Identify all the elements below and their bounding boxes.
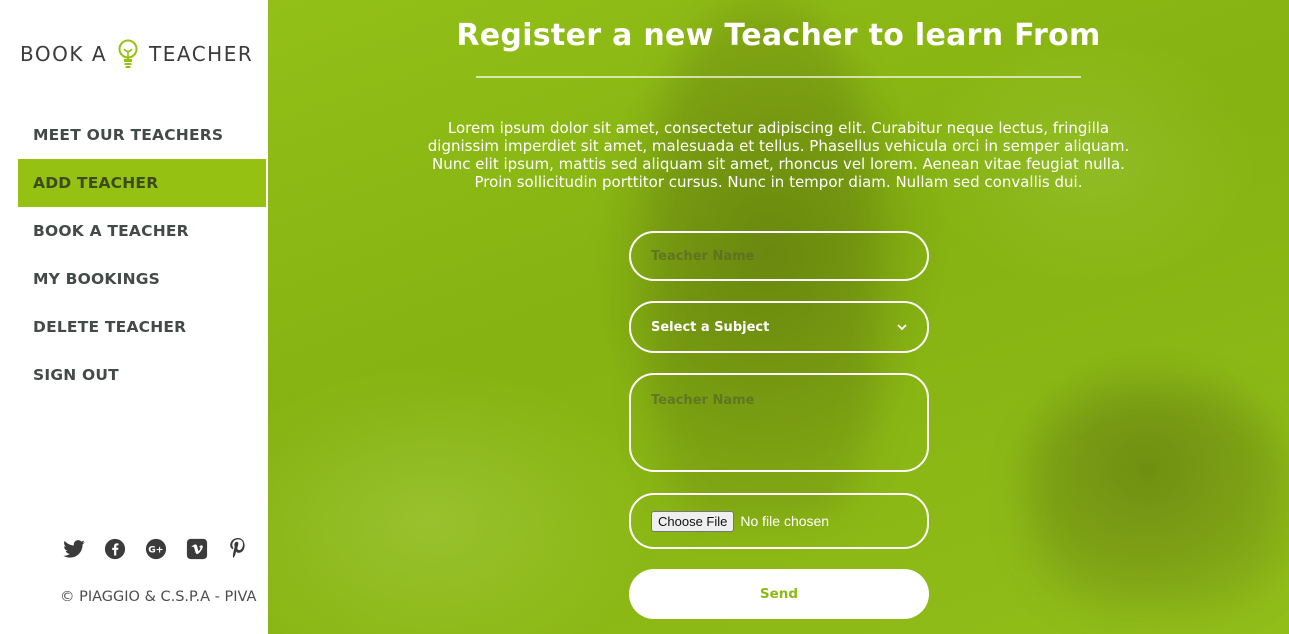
twitter-icon[interactable] xyxy=(63,538,85,560)
svg-text:G+: G+ xyxy=(148,545,163,556)
google-plus-icon[interactable]: G+ xyxy=(145,538,167,560)
brand-logo[interactable]: BOOK A TEACHER xyxy=(20,38,253,70)
nav-item-meet-our-teachers[interactable]: MEET OUR TEACHERS xyxy=(18,111,266,159)
subject-select[interactable]: Select a Subject xyxy=(629,301,929,353)
title-divider xyxy=(476,76,1081,78)
pinterest-icon[interactable] xyxy=(227,538,249,560)
chevron-down-icon xyxy=(897,324,907,331)
page-title: Register a new Teacher to learn From xyxy=(456,18,1101,53)
nav-item-sign-out[interactable]: SIGN OUT xyxy=(18,351,266,399)
background-hand xyxy=(1028,390,1288,610)
brand-text-left: BOOK A xyxy=(20,42,108,66)
intro-paragraph: Lorem ipsum dolor sit amet, consectetur … xyxy=(427,119,1130,191)
page: BOOK A TEACHER MEET OUR TEACHERS ADD TEA… xyxy=(0,0,1289,634)
teacher-description-textarea[interactable] xyxy=(629,373,929,472)
facebook-icon[interactable] xyxy=(104,538,126,560)
sidebar: BOOK A TEACHER MEET OUR TEACHERS ADD TEA… xyxy=(0,0,268,634)
nav-item-add-teacher[interactable]: ADD TEACHER xyxy=(18,159,266,207)
subject-select-value: Select a Subject xyxy=(651,319,770,335)
copyright-text: © PIAGGIO & C.S.P.A - PIVA xyxy=(60,589,257,605)
main-content: Register a new Teacher to learn From Lor… xyxy=(268,0,1289,634)
nav-item-my-bookings[interactable]: MY BOOKINGS xyxy=(18,255,266,303)
nav-item-book-a-teacher[interactable]: BOOK A TEACHER xyxy=(18,207,266,255)
sidebar-nav: MEET OUR TEACHERS ADD TEACHER BOOK A TEA… xyxy=(18,111,266,399)
vimeo-icon[interactable] xyxy=(186,538,208,560)
send-button[interactable]: Send xyxy=(629,569,929,619)
lightbulb-icon xyxy=(118,39,138,68)
file-upload-field: Choose File No file chosen xyxy=(629,493,929,549)
file-status-text: No file chosen xyxy=(740,513,830,529)
choose-file-button[interactable]: Choose File xyxy=(651,510,735,532)
social-links: G+ xyxy=(63,538,249,560)
nav-item-delete-teacher[interactable]: DELETE TEACHER xyxy=(18,303,266,351)
teacher-name-input[interactable] xyxy=(629,231,929,281)
brand-text-right: TEACHER xyxy=(149,42,254,66)
